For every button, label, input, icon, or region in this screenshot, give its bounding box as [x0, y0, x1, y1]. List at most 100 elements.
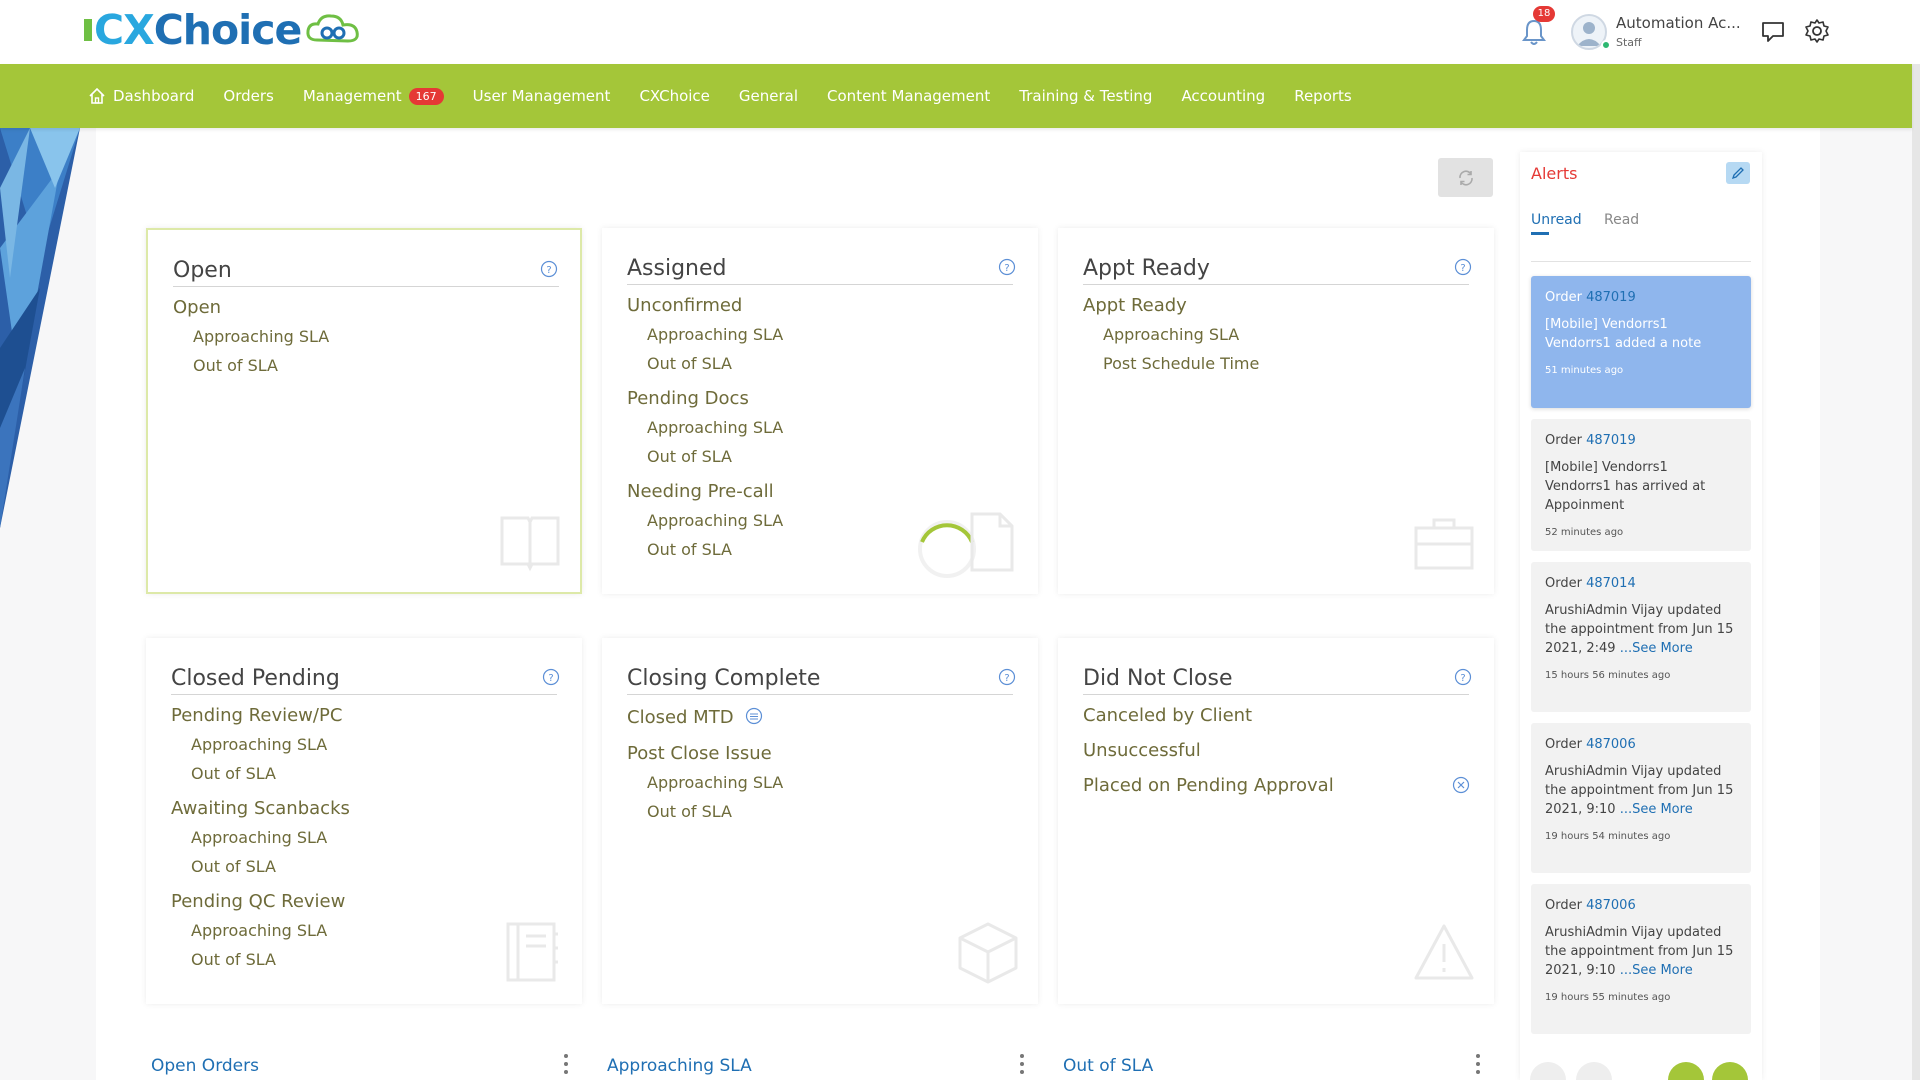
status-link-open[interactable]: Open: [173, 297, 221, 318]
card-title: Open: [173, 258, 232, 283]
help-icon[interactable]: ?: [998, 258, 1016, 276]
alert-order-link[interactable]: 487006: [1586, 737, 1636, 752]
section-title-approaching-sla: Approaching SLA: [607, 1056, 752, 1076]
status-link-approaching-sla[interactable]: Approaching SLA: [647, 325, 783, 344]
alert-item[interactable]: Order 487014 ArushiAdmin Vijay updated t…: [1531, 562, 1751, 712]
nav-user-management[interactable]: User Management: [473, 87, 611, 105]
status-link-out-of-sla[interactable]: Out of SLA: [193, 356, 278, 375]
cxchoice-logo[interactable]: CX Choice: [84, 6, 365, 54]
alert-order-link[interactable]: 487006: [1586, 898, 1636, 913]
refresh-button[interactable]: [1438, 158, 1493, 197]
user-name[interactable]: Automation Ac...: [1616, 14, 1741, 32]
nav-accounting[interactable]: Accounting: [1181, 87, 1265, 105]
cloud-icon: [306, 14, 360, 43]
svg-text:?: ?: [1460, 263, 1465, 274]
help-icon[interactable]: ?: [1454, 258, 1472, 276]
gear-icon[interactable]: [1804, 18, 1830, 44]
status-link-awaiting-scanbacks[interactable]: Awaiting Scanbacks: [171, 798, 350, 819]
nav-cxchoice[interactable]: CXChoice: [639, 87, 709, 105]
nav-content-management[interactable]: Content Management: [827, 87, 990, 105]
alert-item[interactable]: Order 487006 ArushiAdmin Vijay updated t…: [1531, 884, 1751, 1034]
see-more-link[interactable]: ...See More: [1620, 963, 1693, 978]
section-title-out-of-sla: Out of SLA: [1063, 1056, 1154, 1076]
status-link-out-of-sla[interactable]: Out of SLA: [647, 447, 732, 466]
card-closed-pending[interactable]: Closed Pending ? Pending Review/PC Appro…: [146, 638, 582, 1004]
card-did-not-close[interactable]: Did Not Close ? Canceled by Client Unsuc…: [1058, 638, 1494, 1004]
card-appt-ready[interactable]: Appt Ready ? Appt Ready Approaching SLA …: [1058, 228, 1494, 594]
close-circle-icon[interactable]: [1452, 776, 1470, 794]
help-icon[interactable]: ?: [998, 668, 1016, 686]
kebab-menu-icon[interactable]: [563, 1053, 569, 1075]
card-divider: [173, 286, 559, 287]
status-link-approaching-sla[interactable]: Approaching SLA: [193, 327, 329, 346]
nav-label: Orders: [223, 87, 274, 105]
card-title: Appt Ready: [1083, 256, 1210, 281]
status-link-out-of-sla[interactable]: Out of SLA: [647, 354, 732, 373]
alert-order-link[interactable]: 487019: [1586, 290, 1636, 305]
help-icon[interactable]: ?: [542, 668, 560, 686]
status-link-pending-docs[interactable]: Pending Docs: [627, 388, 749, 409]
alerts-edit-button[interactable]: [1726, 162, 1750, 184]
chat-icon[interactable]: [1760, 19, 1786, 45]
status-link-placed-on-pending-approval[interactable]: Placed on Pending Approval: [1083, 775, 1334, 796]
alert-item[interactable]: Order 487019 [Mobile] Vendorrs1 Vendorrs…: [1531, 276, 1751, 408]
kebab-menu-icon[interactable]: [1475, 1053, 1481, 1075]
status-link-post-schedule-time[interactable]: Post Schedule Time: [1103, 354, 1259, 373]
status-link-closed-mtd[interactable]: Closed MTD: [627, 707, 763, 728]
status-link-out-of-sla[interactable]: Out of SLA: [191, 857, 276, 876]
status-link-needing-pre-call[interactable]: Needing Pre-call: [627, 481, 774, 502]
status-link-approaching-sla[interactable]: Approaching SLA: [647, 773, 783, 792]
status-link-out-of-sla[interactable]: Out of SLA: [191, 764, 276, 783]
status-link-approaching-sla[interactable]: Approaching SLA: [191, 735, 327, 754]
card-assigned[interactable]: Assigned ? Unconfirmed Approaching SLA O…: [602, 228, 1038, 594]
alert-item[interactable]: Order 487019 [Mobile] Vendorrs1 Vendorrs…: [1531, 419, 1751, 551]
status-link-out-of-sla[interactable]: Out of SLA: [647, 802, 732, 821]
nav-management[interactable]: Management 167: [303, 87, 444, 105]
tab-unread[interactable]: Unread: [1531, 212, 1582, 228]
kebab-menu-icon[interactable]: [1019, 1053, 1025, 1075]
status-link-post-close-issue[interactable]: Post Close Issue: [627, 743, 772, 764]
status-link-approaching-sla[interactable]: Approaching SLA: [191, 828, 327, 847]
home-icon: [89, 87, 105, 104]
bell-icon[interactable]: [1521, 18, 1547, 46]
card-open[interactable]: Open ? Open Approaching SLA Out of SLA: [146, 228, 582, 594]
see-more-link[interactable]: ...See More: [1620, 641, 1693, 656]
card-title: Closed Pending: [171, 666, 340, 691]
alert-item[interactable]: Order 487006 ArushiAdmin Vijay updated t…: [1531, 723, 1751, 873]
status-link-approaching-sla[interactable]: Approaching SLA: [191, 921, 327, 940]
tab-read[interactable]: Read: [1604, 212, 1639, 228]
nav-label: CXChoice: [639, 87, 710, 105]
card-closing-complete[interactable]: Closing Complete ? Closed MTD Post Close…: [602, 638, 1038, 1004]
alerts-divider: [1531, 261, 1751, 262]
status-link-appt-ready[interactable]: Appt Ready: [1083, 295, 1187, 316]
status-link-out-of-sla[interactable]: Out of SLA: [191, 950, 276, 969]
alert-order: Order 487019: [1545, 290, 1737, 305]
status-link-approaching-sla[interactable]: Approaching SLA: [647, 511, 783, 530]
status-link-out-of-sla[interactable]: Out of SLA: [647, 540, 732, 559]
alert-order-link[interactable]: 487019: [1586, 433, 1636, 448]
nav-dashboard[interactable]: Dashboard: [88, 87, 194, 105]
nav-training-testing[interactable]: Training & Testing: [1019, 87, 1152, 105]
alert-message: ArushiAdmin Vijay updated the appointmen…: [1545, 923, 1737, 980]
alerts-title: Alerts: [1531, 164, 1578, 183]
status-link-unconfirmed[interactable]: Unconfirmed: [627, 295, 742, 316]
see-more-link[interactable]: ...See More: [1620, 802, 1693, 817]
page-scrollbar[interactable]: [1912, 0, 1920, 1080]
alert-order-link[interactable]: 487014: [1586, 576, 1636, 591]
help-icon[interactable]: ?: [1454, 668, 1472, 686]
nav-general[interactable]: General: [739, 87, 798, 105]
nav-orders[interactable]: Orders: [223, 87, 273, 105]
status-link-approaching-sla[interactable]: Approaching SLA: [647, 418, 783, 437]
status-link-pending-review-pc[interactable]: Pending Review/PC: [171, 705, 342, 726]
nav-reports[interactable]: Reports: [1294, 87, 1352, 105]
status-link-pending-qc-review[interactable]: Pending QC Review: [171, 891, 345, 912]
status-link-unsuccessful[interactable]: Unsuccessful: [1083, 740, 1201, 761]
alert-time: 19 hours 55 minutes ago: [1545, 992, 1671, 1003]
status-link-approaching-sla[interactable]: Approaching SLA: [1103, 325, 1239, 344]
list-icon[interactable]: [745, 707, 763, 725]
svg-text:?: ?: [1004, 263, 1009, 274]
status-link-canceled-by-client[interactable]: Canceled by Client: [1083, 705, 1252, 726]
order-prefix: Order: [1545, 576, 1582, 591]
help-icon[interactable]: ?: [540, 260, 558, 278]
alert-order: Order 487014: [1545, 576, 1737, 591]
